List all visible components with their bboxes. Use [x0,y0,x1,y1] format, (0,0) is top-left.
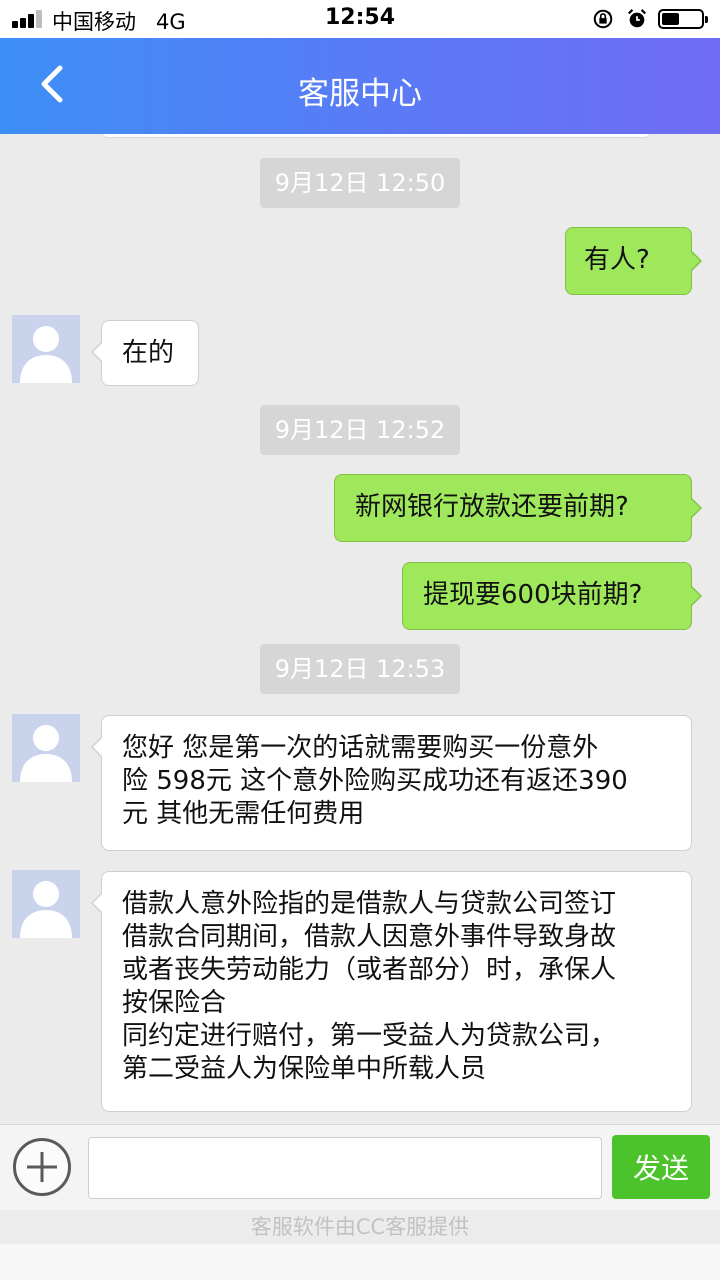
send-button[interactable]: 发送 [612,1135,710,1199]
agent-avatar [12,714,80,782]
message-text: 有人? [584,245,650,275]
user-silhouette-icon [20,725,72,782]
previous-message-edge [100,134,652,138]
message-timestamp: 9月12日 12:53 [260,644,460,694]
status-bar: 中国移动 4G 12:54 [0,0,720,38]
message-timestamp: 9月12日 12:50 [260,158,460,208]
bottom-strip [0,1244,720,1280]
attach-button[interactable] [12,1137,72,1197]
rotation-lock-icon [593,9,613,29]
message-input[interactable] [88,1137,602,1199]
page-title: 客服中心 [298,76,422,112]
agent-avatar [12,315,80,383]
app-header: 客服中心 [0,38,720,134]
message-timestamp: 9月12日 12:52 [260,405,460,455]
user-silhouette-icon [20,881,72,938]
chat-message-list[interactable]: 9月12日 12:50 有人? 在的 9月12日 12:52 新网银行放款还要前… [0,134,720,1124]
battery-icon [658,9,708,29]
incoming-message[interactable]: 借款人意外险指的是借款人与贷款公司签订 借款合同期间，借款人因意外事件导致身故 … [91,871,692,1112]
message-text: 新网银行放款还要前期? [355,492,629,522]
plus-circle-icon [13,1138,71,1196]
alarm-icon [627,9,647,28]
incoming-message[interactable]: 您好 您是第一次的话就需要购买一份意外 险 598元 这个意外险购买成功还有返还… [91,715,692,851]
incoming-message[interactable]: 在的 [91,320,199,386]
message-text: 在的 [122,338,175,368]
message-text: 提现要600块前期? [423,580,643,610]
outgoing-message[interactable]: 新网银行放款还要前期? [334,474,702,542]
message-input-bar: 发送 [0,1124,720,1210]
outgoing-message[interactable]: 有人? [565,227,702,295]
battery-level [662,13,680,25]
message-text: 借款人意外险指的是借款人与贷款公司签订 借款合同期间，借款人因意外事件导致身故 … [122,889,617,1084]
agent-avatar [12,870,80,938]
user-silhouette-icon [20,326,72,383]
outgoing-message[interactable]: 提现要600块前期? [402,562,702,630]
message-text: 您好 您是第一次的话就需要购买一份意外 险 598元 这个意外险购买成功还有返还… [122,733,628,829]
footer-credit: 客服软件由CC客服提供 [0,1210,720,1244]
